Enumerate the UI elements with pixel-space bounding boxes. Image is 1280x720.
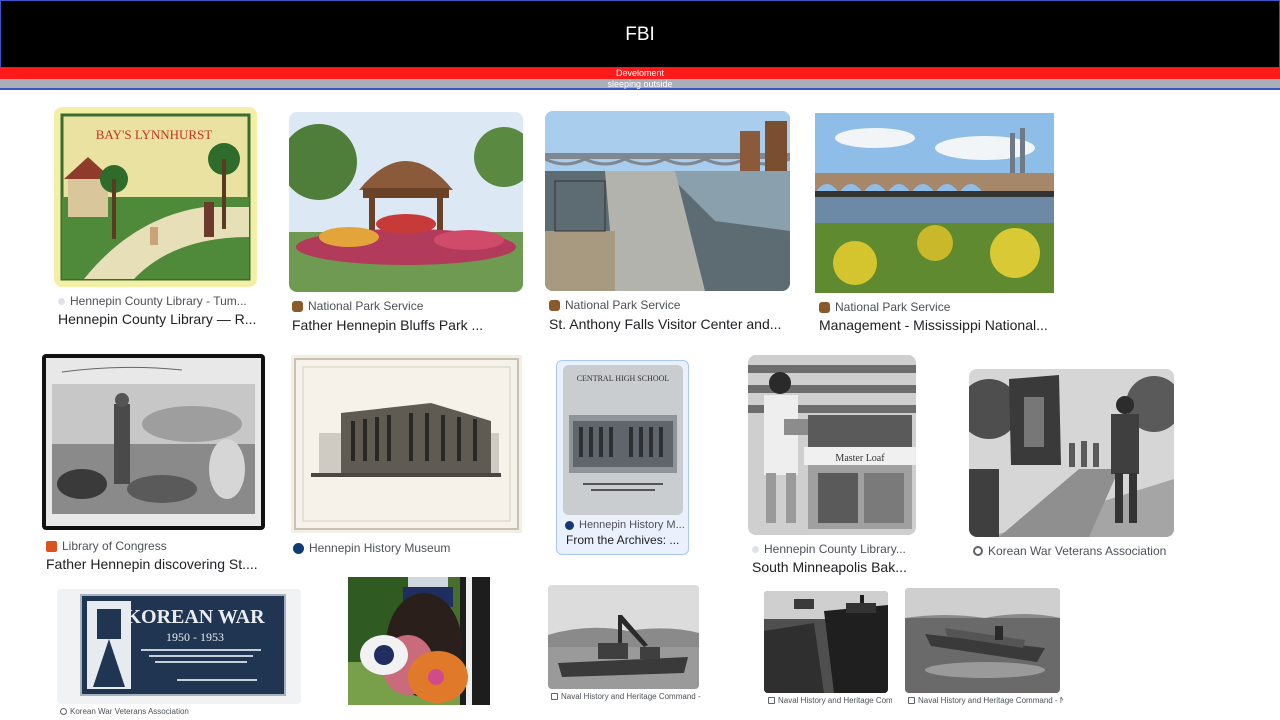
- result-thumbnail[interactable]: KOREAN WAR 1950 - 1953: [57, 589, 301, 704]
- library-icon: [752, 545, 759, 553]
- result-caption[interactable]: Father Hennepin Bluffs Park ...: [292, 317, 522, 333]
- result-caption[interactable]: Management - Mississippi National...: [819, 317, 1055, 333]
- master-loaf-text: Master Loaf: [835, 453, 885, 464]
- result-thumbnail[interactable]: Master Loaf: [748, 355, 916, 535]
- source-name: Hennepin County Library...: [764, 542, 906, 556]
- source-name: National Park Service: [308, 299, 424, 313]
- result-source[interactable]: National Park Service: [819, 300, 1054, 314]
- result-source[interactable]: Naval History and Heritage Command - N..…: [551, 692, 701, 701]
- source-name: National Park Service: [835, 300, 951, 314]
- result-source[interactable]: Naval History and Heritage Command - Na.…: [908, 696, 1063, 705]
- anchor-icon: [551, 693, 558, 700]
- status-label: sleeping outside: [607, 79, 673, 89]
- result-source[interactable]: Hennepin County Library - Tum...: [58, 294, 256, 308]
- result-thumbnail[interactable]: [815, 113, 1054, 293]
- result-caption[interactable]: Hennepin County Library — R...: [58, 311, 258, 327]
- korean-war-text: KOREAN WAR: [125, 606, 265, 628]
- result-caption[interactable]: South Minneapolis Bak...: [752, 559, 912, 575]
- library-icon: [58, 297, 65, 305]
- lynnhurst-text: BAY'S LYNNHURST: [96, 127, 213, 142]
- central-high-text: CENTRAL HIGH SCHOOL: [577, 374, 670, 383]
- source-name: Hennepin County Library - Tum...: [70, 294, 247, 308]
- status-banner: sleeping outside: [0, 79, 1280, 90]
- result-thumbnail[interactable]: [969, 369, 1174, 537]
- development-banner: Develoment: [0, 68, 1280, 79]
- loc-icon: [46, 540, 57, 552]
- korean-years-text: 1950 - 1953: [166, 630, 224, 644]
- result-source[interactable]: Korean War Veterans Association: [60, 707, 300, 716]
- result-caption[interactable]: Father Hennepin discovering St....: [46, 556, 261, 572]
- result-thumbnail[interactable]: BAY'S LYNNHURST: [54, 107, 257, 287]
- nps-icon: [819, 301, 830, 313]
- result-caption[interactable]: From the Archives: ...: [566, 533, 684, 547]
- source-name: Naval History and Heritage Comm...: [778, 696, 892, 705]
- top-header-bar: FBI: [0, 0, 1280, 68]
- globe-icon: [973, 546, 983, 556]
- result-source[interactable]: National Park Service: [292, 299, 522, 313]
- result-thumbnail[interactable]: [291, 355, 522, 533]
- source-name: Korean War Veterans Association: [70, 707, 189, 716]
- museum-icon: [565, 520, 574, 530]
- result-source[interactable]: Naval History and Heritage Comm...: [768, 696, 892, 705]
- source-name: Naval History and Heritage Command - N..…: [561, 692, 701, 701]
- result-source[interactable]: Hennepin County Library...: [752, 542, 912, 556]
- result-thumbnail[interactable]: [764, 591, 888, 693]
- nps-icon: [292, 300, 303, 312]
- source-name: Korean War Veterans Association: [988, 544, 1167, 558]
- nps-icon: [549, 299, 560, 311]
- result-source[interactable]: Hennepin History M...: [565, 519, 685, 531]
- result-thumbnail[interactable]: [548, 585, 699, 689]
- result-thumbnail[interactable]: [905, 588, 1060, 693]
- result-source[interactable]: Library of Congress: [46, 539, 261, 553]
- page-title: FBI: [625, 24, 655, 45]
- source-name: Naval History and Heritage Command - Na.…: [918, 696, 1063, 705]
- result-source[interactable]: National Park Service: [549, 298, 789, 312]
- anchor-icon: [908, 697, 915, 704]
- result-thumbnail[interactable]: [42, 354, 265, 530]
- result-caption[interactable]: St. Anthony Falls Visitor Center and...: [549, 316, 789, 332]
- museum-icon: [293, 542, 304, 554]
- result-thumbnail[interactable]: [545, 111, 790, 291]
- result-thumbnail[interactable]: CENTRAL HIGH SCHOOL: [563, 365, 683, 515]
- result-thumbnail[interactable]: [348, 577, 490, 705]
- source-name: Library of Congress: [62, 539, 167, 553]
- globe-icon: [60, 708, 67, 715]
- source-name: Hennepin History Museum: [309, 541, 451, 555]
- source-name: National Park Service: [565, 298, 681, 312]
- development-label: Develoment: [615, 68, 665, 78]
- result-source[interactable]: Korean War Veterans Association: [973, 544, 1173, 558]
- anchor-icon: [768, 697, 775, 704]
- result-thumbnail[interactable]: [289, 112, 523, 292]
- source-name: Hennepin History M...: [579, 519, 685, 531]
- result-source[interactable]: Hennepin History Museum: [293, 541, 523, 555]
